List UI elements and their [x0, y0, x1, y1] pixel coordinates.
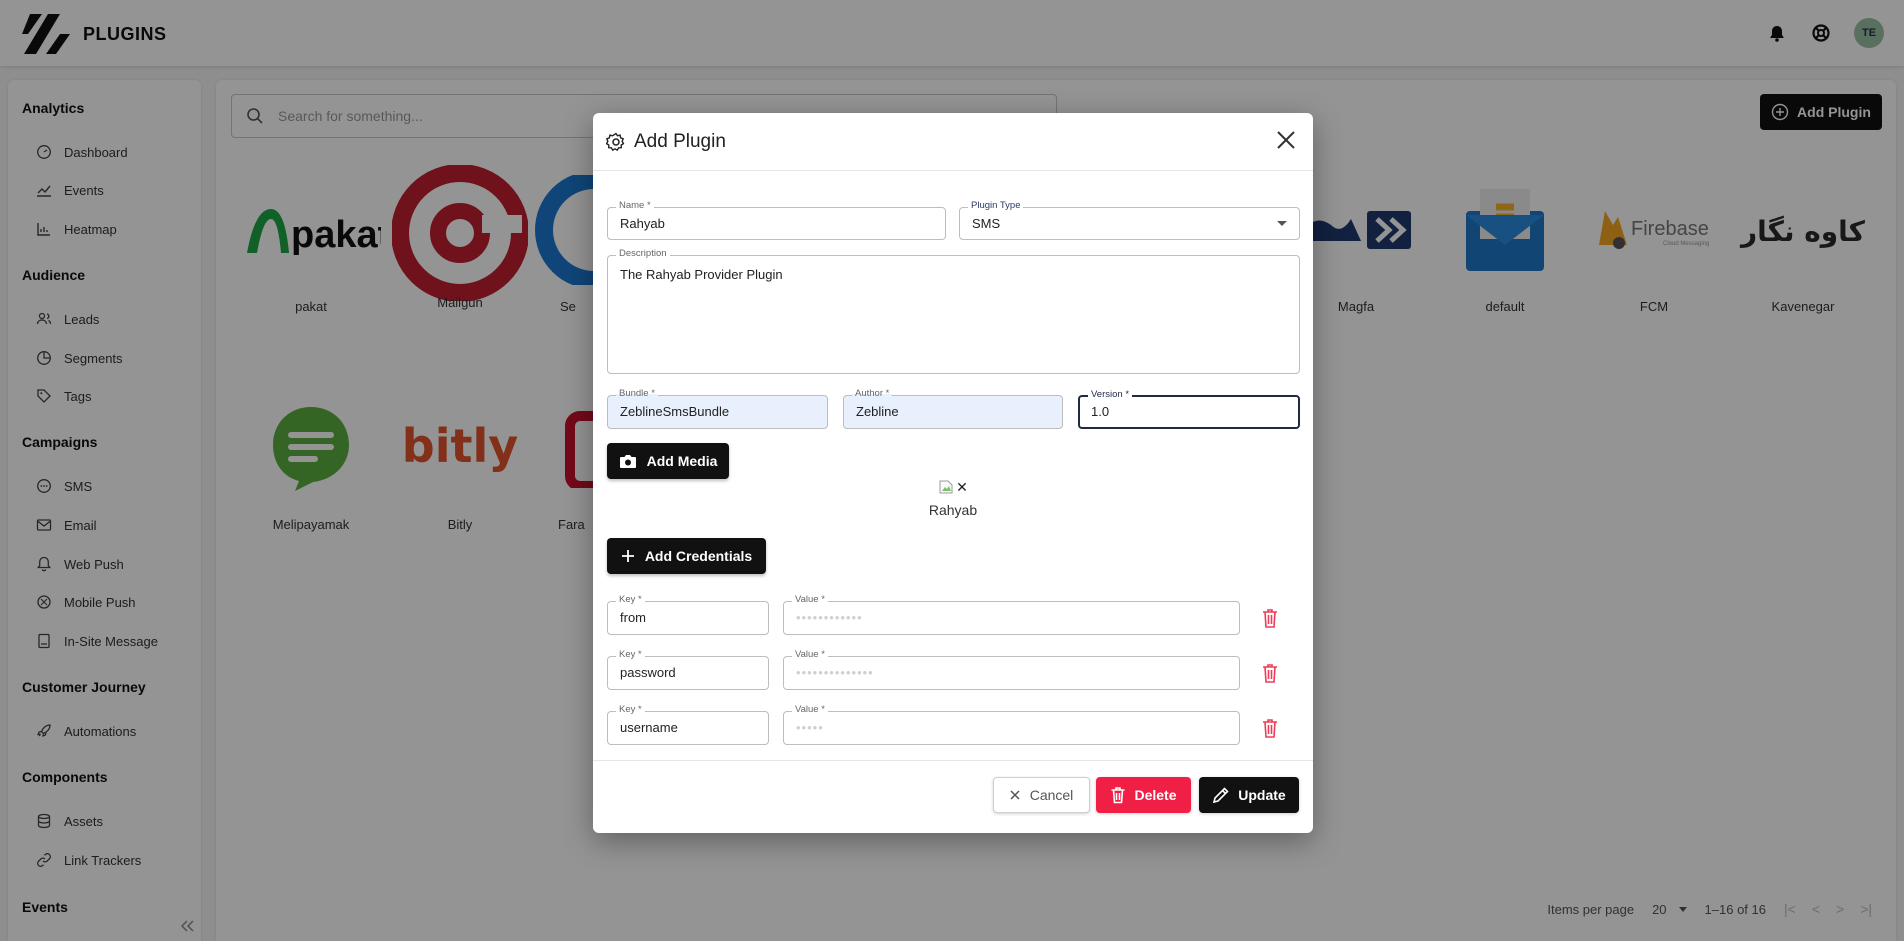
credential-value-input[interactable] — [796, 720, 1227, 735]
remove-media-icon[interactable]: ✕ — [956, 479, 968, 496]
version-field[interactable]: Version * — [1078, 389, 1300, 429]
bundle-field[interactable]: Bundle * — [607, 388, 828, 429]
credential-key-field[interactable]: Key * — [607, 649, 769, 690]
name-field[interactable]: Name * — [607, 200, 946, 240]
gear-icon — [606, 132, 625, 151]
author-field[interactable]: Author * — [843, 388, 1063, 429]
update-button[interactable]: Update — [1199, 777, 1299, 813]
credential-value-field[interactable]: Value * — [783, 594, 1240, 635]
dropdown-arrow-icon — [1277, 221, 1287, 226]
delete-button[interactable]: Delete — [1096, 777, 1191, 813]
description-input[interactable]: The Rahyab Provider Plugin — [620, 266, 1287, 356]
credential-value-field[interactable]: Value * — [783, 649, 1240, 690]
dialog-header: Add Plugin — [593, 113, 1313, 171]
add-plugin-dialog: Add Plugin Name * Plugin Type SMS Descri… — [593, 113, 1313, 833]
credential-value-field[interactable]: Value * — [783, 704, 1240, 745]
cancel-button[interactable]: Cancel — [993, 777, 1090, 813]
description-field[interactable]: Description The Rahyab Provider Plugin — [607, 248, 1300, 374]
media-name: Rahyab — [928, 502, 978, 518]
media-preview: ✕ Rahyab — [593, 478, 1313, 519]
credential-key-input[interactable] — [620, 720, 756, 735]
version-input[interactable] — [1091, 404, 1285, 419]
credential-key-field[interactable]: Key * — [607, 704, 769, 745]
delete-credential-icon[interactable] — [1260, 662, 1280, 684]
dialog-footer: Cancel Delete Update — [593, 760, 1313, 833]
delete-credential-icon[interactable] — [1260, 717, 1280, 739]
credential-key-input[interactable] — [620, 610, 756, 625]
pencil-icon — [1213, 787, 1229, 804]
credential-key-field[interactable]: Key * — [607, 594, 769, 635]
add-media-button[interactable]: Add Media — [607, 443, 729, 479]
close-dialog-button[interactable] — [1273, 127, 1299, 153]
credential-value-input[interactable] — [796, 665, 1227, 680]
x-icon — [1010, 790, 1020, 800]
bundle-input[interactable] — [620, 404, 815, 419]
camera-icon — [619, 454, 636, 468]
credential-value-input[interactable] — [796, 610, 1227, 625]
delete-credential-icon[interactable] — [1260, 607, 1280, 629]
credential-key-input[interactable] — [620, 665, 756, 680]
author-input[interactable] — [856, 404, 1050, 419]
close-icon — [1277, 131, 1295, 149]
plugin-type-select[interactable]: Plugin Type SMS — [959, 200, 1300, 240]
trash-icon — [1111, 787, 1125, 804]
plus-icon — [621, 550, 634, 562]
name-input[interactable] — [620, 216, 933, 231]
add-credentials-button[interactable]: Add Credentials — [607, 538, 766, 574]
broken-image-icon — [939, 480, 953, 494]
dialog-title: Add Plugin — [634, 130, 726, 152]
